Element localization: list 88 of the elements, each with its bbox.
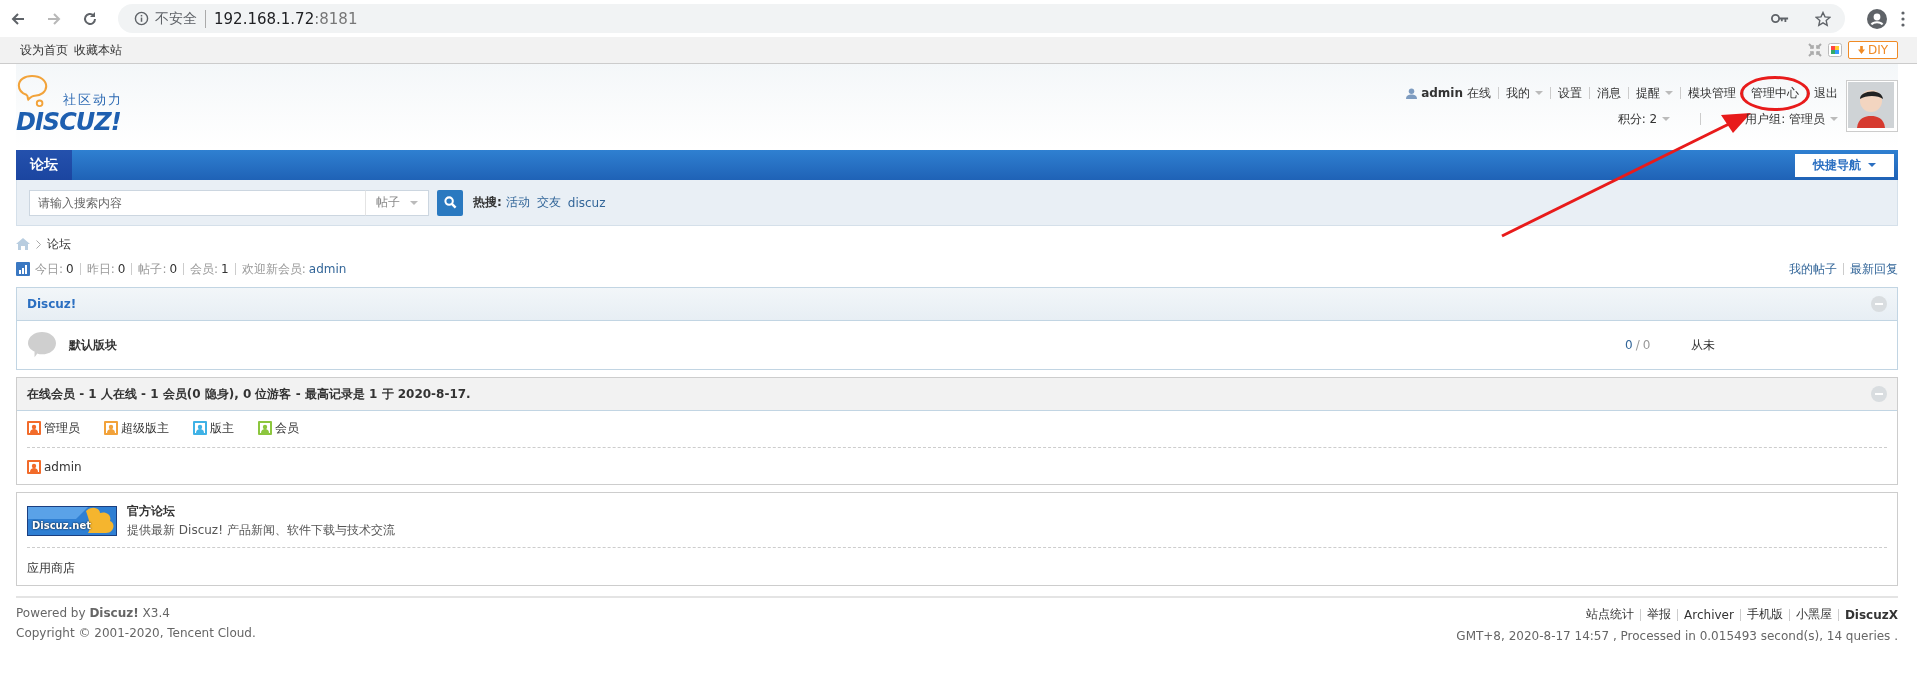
hot-search-link[interactable]: 活动 [505, 194, 530, 211]
stat-value: 0 [169, 262, 178, 276]
caret-icon [410, 200, 418, 205]
caret-icon [1868, 163, 1876, 167]
caret-icon [1665, 91, 1673, 95]
security-label: 不安全 [155, 9, 206, 28]
thread-count: 0 [1625, 338, 1633, 352]
user-menu-link[interactable]: 管理中心 [1740, 75, 1810, 111]
nav-tab[interactable]: 论坛 [16, 150, 72, 180]
last-post: 从未 [1691, 336, 1716, 354]
hot-search-label: 热搜: [473, 194, 502, 211]
caret-icon [1830, 117, 1838, 121]
star-icon[interactable] [1815, 10, 1831, 27]
link-title[interactable]: 官方论坛 [127, 503, 395, 520]
user-menu-link[interactable]: 提醒 [1636, 84, 1673, 102]
credits-link[interactable]: 积分: 2 [1617, 110, 1671, 128]
caret-icon [1662, 117, 1671, 121]
logo-wordmark: DISCUZ! [16, 108, 121, 136]
username-link[interactable]: admin [1421, 86, 1463, 100]
newest-member-link[interactable]: admin [308, 262, 347, 276]
count-separator: / [1635, 338, 1640, 352]
user-menu-link[interactable]: 设置 [1558, 84, 1582, 102]
chevron-icon [36, 239, 41, 249]
online-status: 在线 [1467, 84, 1491, 102]
user-menu-link[interactable]: 消息 [1597, 84, 1621, 102]
download-arrow-icon [1857, 46, 1865, 54]
search-scope-select[interactable]: 帖子 [366, 189, 429, 216]
user-avatar[interactable] [1846, 80, 1898, 132]
online-member-link[interactable]: admin [44, 460, 82, 474]
breadcrumb-link[interactable]: 论坛 [47, 235, 71, 253]
forum-bubble-icon [27, 331, 57, 359]
role-label: 版主 [210, 419, 234, 437]
user-menu-link[interactable]: 模块管理 [1688, 84, 1736, 102]
top-link[interactable]: 收藏本站 [74, 41, 122, 59]
back-icon[interactable] [10, 10, 26, 27]
stat-label: 今日: [35, 260, 64, 278]
category-title[interactable]: Discuz! [27, 297, 77, 311]
site-logo[interactable]: 社区动力 DISCUZ! [16, 74, 126, 138]
hot-search-link[interactable]: 交友 [536, 194, 561, 211]
role-label: 会员 [275, 419, 299, 437]
footer-brand-link[interactable]: DiscuzX [1844, 607, 1898, 622]
role-label: 超级版主 [121, 419, 169, 437]
forum-name[interactable]: 默认版块 [69, 336, 117, 354]
stat-label: 帖子: [138, 260, 167, 278]
url-host: 192.168.1.72 [214, 9, 315, 28]
caret-icon [1535, 91, 1543, 95]
palette-icon[interactable] [1827, 43, 1842, 57]
info-icon[interactable] [134, 11, 149, 26]
footer-link[interactable]: 举报 [1647, 606, 1672, 623]
stat-value: 0 [66, 262, 74, 276]
account-icon[interactable] [1867, 8, 1887, 29]
role-label: 管理员 [44, 419, 80, 437]
chart-icon [16, 262, 30, 276]
top-link[interactable]: 设为首页 [20, 41, 68, 59]
menu-icon[interactable] [1901, 10, 1905, 27]
user-group-link[interactable]: 用户组: 管理员 [1745, 110, 1838, 128]
search-button[interactable] [437, 189, 463, 216]
address-bar[interactable]: 不安全 192.168.1.72:8181 [118, 4, 1845, 33]
welcome-label: 欢迎新会员: [241, 260, 306, 278]
search-field[interactable]: 请输入搜索内容 [29, 189, 366, 216]
speech-bubble-icon [16, 74, 50, 110]
quick-nav-button[interactable]: 快捷导航 [1795, 153, 1894, 177]
footer-link[interactable]: 站点统计 [1586, 606, 1635, 623]
stat-label: 昨日: [86, 260, 115, 278]
stats-link[interactable]: 我的帖子 [1789, 260, 1837, 278]
user-menu-link[interactable]: 退出 [1814, 84, 1838, 102]
user-icon [1406, 87, 1418, 99]
logo-tagline: 社区动力 [63, 91, 123, 109]
stat-label: 会员: [190, 260, 219, 278]
stat-value: 1 [221, 262, 229, 276]
stats-link[interactable]: 最新回复 [1850, 260, 1898, 278]
hot-search-link[interactable]: discuz [567, 195, 606, 210]
footer-link[interactable]: 手机版 [1746, 606, 1783, 623]
url-port: :8181 [314, 9, 358, 28]
copyright-text: Copyright © 2001-2020, Tencent Cloud. [16, 626, 256, 640]
search-icon [443, 196, 457, 209]
link-description: 提供最新 Discuz! 产品新闻、软件下载与技术交流 [127, 522, 395, 539]
post-count: 0 [1642, 338, 1651, 352]
processing-info: GMT+8, 2020-8-17 14:57 , Processed in 0.015493 second(s), 14 queries . [1456, 629, 1898, 643]
powered-by-text: Powered by Discuz! X3.4 [16, 606, 171, 620]
user-menu-link[interactable]: 我的 [1506, 84, 1543, 102]
footer-link[interactable]: Archiver [1684, 607, 1734, 622]
stat-value: 0 [117, 262, 126, 276]
key-icon[interactable] [1771, 13, 1789, 24]
text-link[interactable]: 应用商店 [27, 561, 75, 575]
reload-icon[interactable] [82, 10, 98, 27]
online-summary[interactable]: 在线会员 - 1 人在线 - 1 会员(0 隐身), 0 位游客 - 最高记录是 1 于 2020-8-17. [27, 385, 471, 403]
footer-link[interactable]: 小黑屋 [1795, 606, 1832, 623]
